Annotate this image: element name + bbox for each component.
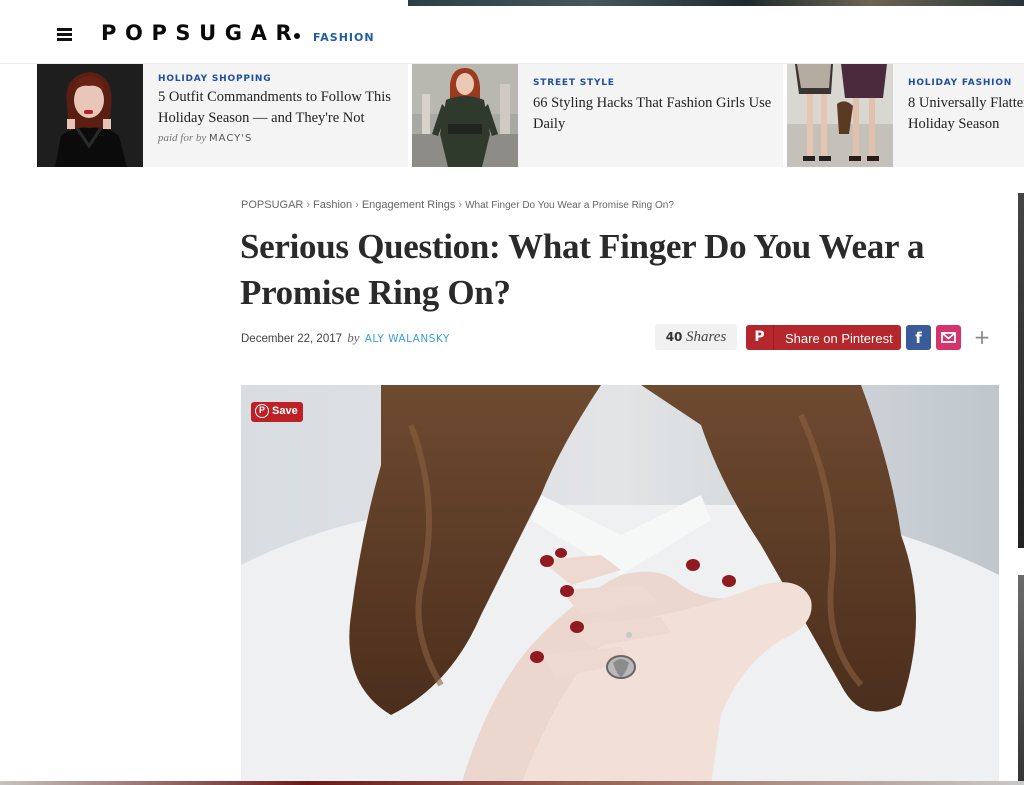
share-count-label: Shares [686, 329, 727, 345]
promo-card-holiday-shopping[interactable]: HOLIDAY SHOPPING 5 Outfit Commandments t… [37, 64, 408, 167]
promo-image-red-hair-woman [37, 64, 143, 167]
promo-card-holiday-fashion[interactable]: HOLIDAY FASHION 8 Universally Flattering… [787, 64, 1024, 167]
bottom-edge-strip [0, 781, 1024, 785]
promo-card-street-style[interactable]: STREET STYLE 66 Styling Hacks That Fashi… [412, 64, 783, 167]
share-count-badge: 40 Shares [655, 324, 737, 350]
promo-category[interactable]: HOLIDAY FASHION [908, 78, 1024, 88]
breadcrumb-item-fashion[interactable]: Fashion [313, 199, 352, 211]
popsugar-logo[interactable]: POPSUGAR [101, 21, 301, 45]
pinterest-save-button[interactable]: P Save [251, 402, 303, 422]
more-share-options-button[interactable]: + [972, 325, 992, 350]
byline-by: by [347, 330, 360, 345]
publish-date: December 22, 2017 [241, 333, 343, 345]
promo-title[interactable]: 8 Universally Flattering Dresses to Wear… [908, 93, 1024, 135]
promo-text: HOLIDAY FASHION 8 Universally Flattering… [908, 78, 1024, 135]
hamburger-menu-icon[interactable] [57, 28, 72, 41]
article-hero-image: P Save [241, 385, 999, 785]
right-edge-sliver [1018, 575, 1024, 785]
save-label: Save [272, 405, 298, 417]
site-header: POPSUGAR FASHION [0, 6, 1024, 64]
promo-category[interactable]: STREET STYLE [533, 78, 783, 88]
article-byline: December 22, 2017 by ALY WALANSKY [241, 330, 450, 346]
share-on-pinterest-button[interactable]: P Share on Pinterest [746, 325, 901, 350]
breadcrumb-item-popsugar[interactable]: POPSUGAR [241, 199, 303, 211]
promo-image-street-style-woman [412, 64, 518, 167]
facebook-icon: f [915, 329, 922, 347]
hands-with-rings-photo [241, 385, 999, 785]
article-title: Serious Question: What Finger Do You Wea… [240, 227, 925, 312]
promo-title[interactable]: 5 Outfit Commandments to Follow This Hol… [158, 87, 408, 129]
pinterest-save-icon: P [255, 404, 269, 418]
email-icon [941, 332, 956, 343]
promo-text: HOLIDAY SHOPPING 5 Outfit Commandments t… [158, 74, 408, 144]
author-link[interactable]: ALY WALANSKY [365, 333, 450, 345]
paid-for-by: paid for by [158, 132, 207, 144]
promo-image-dresses-legs [787, 64, 893, 167]
breadcrumb-separator: › [355, 199, 359, 211]
section-label[interactable]: FASHION [313, 31, 375, 44]
breadcrumb-item-engagement-rings[interactable]: Engagement Rings [362, 199, 456, 211]
share-on-facebook-button[interactable]: f [906, 325, 931, 350]
breadcrumb-separator: › [458, 199, 463, 211]
promo-title[interactable]: 66 Styling Hacks That Fashion Girls Use … [533, 93, 783, 135]
sponsor-name[interactable]: MACY'S [209, 133, 252, 144]
breadcrumb-separator: › [306, 199, 311, 211]
logo-text: POPSUGAR [101, 21, 301, 45]
right-edge-sliver [1018, 193, 1024, 548]
breadcrumb: POPSUGAR › Fashion › Engagement Rings › What F… [241, 199, 674, 211]
pinterest-button-label: Share on Pinterest [785, 331, 893, 346]
share-count: 40 [665, 330, 683, 344]
sponsored-label: paid for by MACY'S [158, 132, 408, 144]
promo-text: STREET STYLE 66 Styling Hacks That Fashi… [533, 78, 783, 135]
promo-category[interactable]: HOLIDAY SHOPPING [158, 74, 408, 84]
pinterest-icon: P [746, 325, 774, 350]
breadcrumb-current: What Finger Do You Wear a Promise Ring O… [465, 200, 674, 211]
share-by-email-button[interactable] [936, 325, 961, 350]
